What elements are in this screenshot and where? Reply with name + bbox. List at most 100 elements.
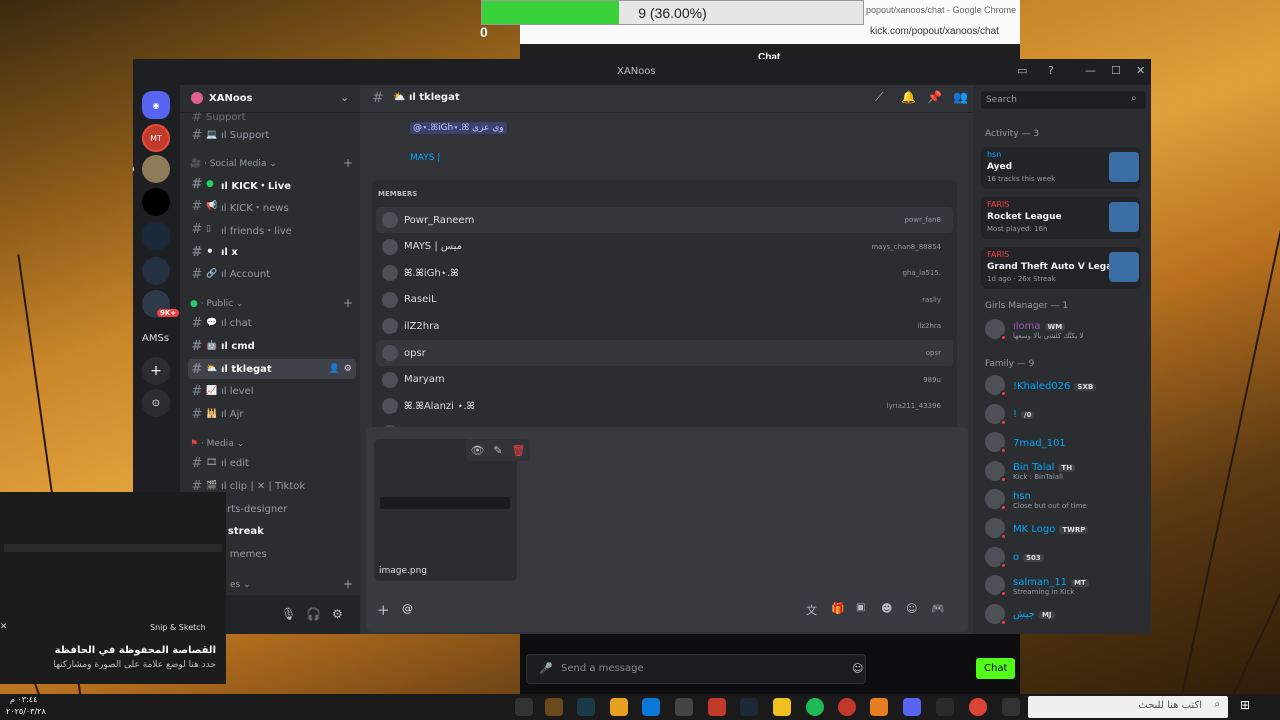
- category-last[interactable]: es ⌄: [230, 580, 251, 590]
- server-mt[interactable]: MT: [142, 124, 170, 152]
- sticker-icon[interactable]: ☻: [881, 602, 892, 615]
- attachment-card[interactable]: 👁 ✎ 🗑 image.png: [374, 439, 530, 581]
- maximize-button[interactable]: ☐: [1111, 64, 1121, 77]
- channel-kick-live[interactable]: # ● ıl KICK・Live: [188, 174, 356, 194]
- member-suggestion[interactable]: Powr_Raneem powr_fan8: [376, 207, 953, 233]
- bell-icon[interactable]: 🔔: [901, 90, 916, 104]
- close-button[interactable]: ✕: [1136, 64, 1145, 77]
- member-item[interactable]: MK Logo TWRP: [985, 517, 1089, 540]
- steam-icon[interactable]: [740, 698, 758, 716]
- member-item[interactable]: hsn Close but out of time: [985, 488, 1087, 512]
- spotify-icon[interactable]: [806, 698, 824, 716]
- kick-message-input[interactable]: 🎤 Send a message ☺: [526, 654, 866, 684]
- channel-account[interactable]: # 🔗 ıl Account: [188, 264, 356, 284]
- inbox-icon[interactable]: ▭: [1017, 64, 1027, 77]
- app-icon[interactable]: [545, 698, 563, 716]
- task-view-icon[interactable]: [1002, 698, 1020, 716]
- app-icon[interactable]: [577, 698, 595, 716]
- member-suggestion[interactable]: MAYS | ميس mays_chan8_88854: [376, 234, 953, 260]
- category-media[interactable]: ⚑ · Media ⌄: [190, 439, 244, 449]
- member-item[interactable]: Bin Talal TH Kick : BinTalall: [985, 460, 1076, 483]
- member-suggestion[interactable]: opsr opsr: [376, 340, 953, 366]
- gear-icon[interactable]: ⚙: [344, 364, 352, 374]
- pencil-icon[interactable]: ✎: [493, 444, 502, 457]
- trash-icon[interactable]: 🗑: [512, 444, 526, 457]
- close-icon[interactable]: ✕: [0, 622, 8, 632]
- channel-ajr[interactable]: # 🕌 ıl Ajr: [188, 404, 356, 424]
- member-suggestion[interactable]: ilZ2hra ilz2hra: [376, 313, 953, 339]
- kick-chat-button[interactable]: Chat: [976, 658, 1016, 679]
- add-channel-icon[interactable]: +: [343, 296, 353, 310]
- snip-notification[interactable]: Snip & Sketch ✕ القصاصة المحفوظة في الحا…: [0, 492, 226, 684]
- app-icon[interactable]: [708, 698, 726, 716]
- channel-kick-news[interactable]: # 📢 ıl KICK・news: [188, 196, 356, 216]
- member-item[interactable]: salman_11 MT Streaming in Kick: [985, 574, 1089, 598]
- member-item[interactable]: 7mad_101: [985, 431, 1066, 455]
- activity-card[interactable]: FARIS Rocket League Most played: 16h: [981, 197, 1141, 239]
- explore-icon[interactable]: ⊙: [142, 389, 170, 417]
- member-suggestion[interactable]: Maryam 989u: [376, 367, 953, 393]
- search-input[interactable]: Search ⌕: [981, 91, 1146, 109]
- add-channel-icon[interactable]: +: [343, 577, 353, 591]
- channel-chat[interactable]: # 💬 ıl chat: [188, 313, 356, 333]
- eye-icon[interactable]: 👁: [470, 444, 484, 457]
- channel-partial[interactable]: # Support: [188, 112, 356, 122]
- add-channel-icon[interactable]: +: [343, 156, 353, 170]
- invite-icon[interactable]: 👤: [329, 364, 340, 374]
- member-suggestion[interactable]: ꕤ.ꕤAlanzi ⋆.ꕤ lyria211_43396: [376, 393, 953, 419]
- activity-card[interactable]: FARIS Grand Theft Auto V Legacy 1d ago · 2…: [981, 247, 1141, 289]
- discord-home-icon[interactable]: ◉: [142, 91, 170, 119]
- app-icon[interactable]: [675, 698, 693, 716]
- translate-icon[interactable]: 文: [806, 602, 817, 618]
- channel-tklegat[interactable]: # ⛅ ıl tklegat 👤 ⚙: [188, 359, 356, 379]
- members-icon[interactable]: 👥: [953, 90, 968, 104]
- channel-friends-live[interactable]: # ▯ ıl friends・live: [188, 219, 356, 239]
- category-social-media[interactable]: 🎥 · Social Media ⌄: [190, 159, 277, 169]
- channel-x[interactable]: # ⚫ ıl x: [188, 242, 356, 262]
- discord-icon[interactable]: [903, 698, 921, 716]
- member-item[interactable]: o 503: [985, 546, 1044, 569]
- taskbar-search[interactable]: اكتب هنا للبحث ⌕: [1028, 696, 1228, 718]
- app-icon[interactable]: [870, 698, 888, 716]
- help-icon[interactable]: ?: [1048, 64, 1054, 77]
- emoji-icon[interactable]: ☺: [852, 662, 863, 675]
- windows-start-icon[interactable]: ⊞: [1240, 698, 1250, 712]
- app-icon[interactable]: [515, 698, 533, 716]
- epic-games-icon[interactable]: [936, 698, 954, 716]
- member-item[interactable]: جيش MJ: [985, 603, 1055, 626]
- girls-member[interactable]: ıloma WM لا يكنَّك كلشي يالا وسعها: [985, 318, 1084, 341]
- folder-icon[interactable]: [773, 698, 791, 716]
- member-suggestion[interactable]: RaseiL rasliy: [376, 287, 953, 313]
- channel-support[interactable]: # 💻 ıl Support: [188, 125, 356, 145]
- channel-level[interactable]: # 📈 ıl level: [188, 381, 356, 401]
- channel-cmd[interactable]: # 🤖 ıl cmd: [188, 336, 356, 356]
- pin-icon[interactable]: 📌: [927, 90, 942, 104]
- chrome-url-bar[interactable]: kick.com/popout/xanoos/chat: [870, 26, 999, 37]
- chrome-icon[interactable]: [969, 698, 987, 716]
- channel-edit[interactable]: # 🎞 ıl edit: [188, 453, 356, 473]
- server-avatar-5[interactable]: [142, 257, 170, 285]
- message-input[interactable]: @: [402, 602, 413, 615]
- guild-header[interactable]: XANoos ⌄: [180, 85, 360, 113]
- member-item[interactable]: !/0: [985, 403, 1035, 426]
- headphones-icon[interactable]: 🎧: [306, 607, 321, 621]
- server-avatar-4[interactable]: [142, 222, 170, 250]
- server-avatar-3[interactable]: [142, 188, 170, 216]
- app-icon[interactable]: [838, 698, 856, 716]
- gift-icon[interactable]: 🎁: [831, 602, 845, 615]
- app-icon[interactable]: [610, 698, 628, 716]
- category-public[interactable]: ● · Public ⌄: [190, 299, 244, 309]
- emoji-icon[interactable]: ☺: [906, 602, 917, 615]
- server-folder-label[interactable]: AMSs: [142, 333, 169, 344]
- activity-card[interactable]: hsn Ayed 16 tracks this week: [981, 147, 1141, 189]
- minimize-button[interactable]: —: [1085, 64, 1096, 77]
- gear-icon[interactable]: ⚙: [332, 607, 343, 621]
- add-attachment-icon[interactable]: +: [377, 601, 390, 619]
- server-avatar-2[interactable]: [142, 155, 170, 183]
- microphone-icon[interactable]: 🎙: [281, 607, 296, 621]
- edge-icon[interactable]: [642, 698, 660, 716]
- member-item[interactable]: !Khaled026 SXB: [985, 374, 1097, 397]
- member-suggestion[interactable]: ꕤ.ꕤiGh⋆.ꕤ gha_la515.: [376, 260, 953, 286]
- threads-icon[interactable]: ⟋: [875, 90, 883, 105]
- add-server-icon[interactable]: +: [142, 357, 170, 385]
